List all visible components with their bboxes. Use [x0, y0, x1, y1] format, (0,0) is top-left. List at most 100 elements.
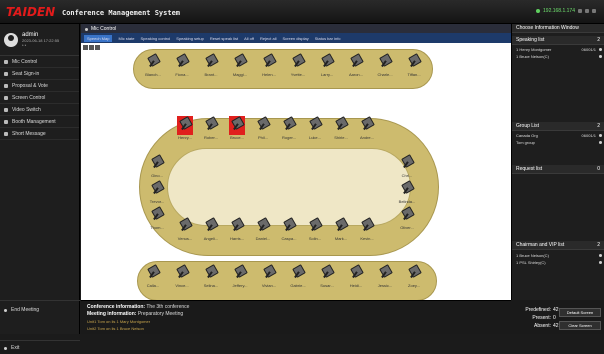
- seat[interactable]: Angeli...: [203, 217, 219, 241]
- seat[interactable]: Blanch...: [145, 53, 161, 77]
- nav-item-mic-control[interactable]: Mic Control: [0, 56, 79, 68]
- chairman-list-title: Chairman and VIP list: [516, 242, 565, 248]
- seat[interactable]: Larry...: [319, 53, 335, 77]
- toolbar-button-speech-map[interactable]: Speech Map: [84, 34, 113, 42]
- exit-button[interactable]: Exit: [0, 340, 80, 354]
- microphone-icon: [322, 266, 332, 277]
- seat[interactable]: Solin...: [307, 217, 323, 241]
- seat[interactable]: Heidi...: [348, 264, 364, 288]
- seat[interactable]: Jeffery...: [232, 264, 248, 288]
- seat[interactable]: Luke...: [307, 116, 323, 140]
- nav-item-icon: [4, 59, 8, 64]
- default-screen-button[interactable]: Default Screen: [559, 308, 601, 317]
- nav-item-video-switch[interactable]: Video Switch: [0, 104, 79, 116]
- seat[interactable]: Yvette...: [290, 53, 306, 77]
- speaking-item-name: 1 Henry Montgomer: [516, 47, 552, 52]
- seat[interactable]: Calla...: [145, 264, 161, 288]
- microphone-icon: [148, 266, 158, 277]
- seat[interactable]: Shirle...: [333, 116, 349, 140]
- seat[interactable]: Selina...: [203, 264, 219, 288]
- app-title: Conference Management System: [62, 9, 181, 17]
- nav-item-label: Booth Management: [12, 118, 56, 125]
- maximize-icon[interactable]: [585, 9, 589, 13]
- speaking-item[interactable]: 1 Bruce Nelson(C): [516, 54, 602, 59]
- fit-icon[interactable]: [95, 45, 100, 50]
- seat[interactable]: Trevor...: [149, 180, 165, 204]
- zoom-out-icon[interactable]: [89, 45, 94, 50]
- seat[interactable]: Susar...: [319, 264, 335, 288]
- seat-name: Gabrie...: [290, 283, 306, 288]
- seat[interactable]: Jessic...: [377, 264, 393, 288]
- tab-label: Mic Control: [91, 25, 117, 32]
- seat[interactable]: Phil...: [255, 116, 271, 140]
- seat[interactable]: Henry...: [177, 116, 193, 140]
- request-list-header[interactable]: Request list 0: [512, 165, 604, 174]
- seat[interactable]: Vivian...: [261, 264, 277, 288]
- seat[interactable]: Bruce...: [229, 116, 245, 140]
- seat-name: Zoey...: [408, 283, 420, 288]
- seat[interactable]: Daniel...: [255, 217, 271, 241]
- seat[interactable]: Brant...: [203, 53, 219, 77]
- toolbar-button-speaking-control[interactable]: Speaking control: [140, 36, 170, 41]
- seat[interactable]: Rober...: [203, 116, 219, 140]
- chairman-item-name: 1 PSL Shirley(C): [516, 260, 546, 265]
- zoom-in-icon[interactable]: [83, 45, 88, 50]
- seat[interactable]: Charle...: [377, 53, 393, 77]
- nav-item-proposal-vote[interactable]: Proposal & Vote: [0, 80, 79, 92]
- seat[interactable]: Aaron...: [348, 53, 364, 77]
- chairman-item[interactable]: 1 Bruce Nelson(C): [516, 253, 602, 258]
- seat[interactable]: Vince...: [174, 264, 190, 288]
- seat[interactable]: Oliver...: [399, 206, 415, 230]
- seat[interactable]: Gino...: [149, 154, 165, 178]
- title-bar: TAIDEN Conference Management System 192.…: [0, 0, 604, 24]
- speaking-list-header[interactable]: Speaking list 2: [512, 36, 604, 45]
- choose-info-window[interactable]: Choose Information Window: [512, 24, 604, 33]
- toolbar-button-all-off[interactable]: All off: [244, 36, 254, 41]
- clear-screen-button[interactable]: Clear Screen: [559, 321, 601, 330]
- nav-item-booth-management[interactable]: Booth Management: [0, 116, 79, 128]
- toolbar-button-reject-all[interactable]: Reject all: [260, 36, 276, 41]
- toolbar-button-reset-speak-list[interactable]: Reset speak list: [210, 36, 238, 41]
- seat[interactable]: Zoey...: [406, 264, 422, 288]
- speaking-item[interactable]: 1 Henry Montgomer 06001/1: [516, 47, 602, 52]
- chairman-list-header[interactable]: Chairman and VIP list 2: [512, 241, 604, 250]
- toolbar-button-screen-display[interactable]: Screen display: [282, 36, 308, 41]
- toolbar-button-speaking-setup[interactable]: Speaking setup: [176, 36, 204, 41]
- seat[interactable]: Venus...: [177, 217, 193, 241]
- seat[interactable]: Andre...: [359, 116, 375, 140]
- minimize-icon[interactable]: [578, 9, 582, 13]
- seat[interactable]: Mark...: [333, 217, 349, 241]
- brand-logo: TAIDEN: [6, 5, 56, 19]
- toolbar-button-status-bar-info[interactable]: Status bar info: [315, 36, 341, 41]
- end-meeting-button[interactable]: End Meeting: [0, 300, 80, 318]
- toolbar-button-mic-state[interactable]: Mic state: [118, 36, 134, 41]
- seat-name: Bruce...: [230, 135, 244, 140]
- nav-item-screen-control[interactable]: Screen Control: [0, 92, 79, 104]
- group-list-header[interactable]: Group List 2: [512, 122, 604, 131]
- chairman-item-name: 1 Bruce Nelson(C): [516, 253, 549, 258]
- nav-item-short-message[interactable]: Short Message: [0, 128, 79, 140]
- seat[interactable]: Thom...: [149, 206, 165, 230]
- group-list-count: 2: [597, 123, 600, 129]
- nav-item-seat-sign-in[interactable]: Seat Sign-in: [0, 68, 79, 80]
- microphone-icon: [402, 156, 412, 167]
- seat[interactable]: Helen...: [261, 53, 277, 77]
- seat[interactable]: Tiffan...: [406, 53, 422, 77]
- groups-item[interactable]: Tom group: [516, 140, 602, 145]
- tab-mic-control[interactable]: Mic Control: [81, 24, 511, 33]
- microphone-icon: [206, 266, 216, 277]
- seat[interactable]: Chri...: [399, 154, 415, 178]
- seat[interactable]: Harris...: [229, 217, 245, 241]
- groups-item[interactable]: Canada Org 06001/1: [516, 133, 602, 138]
- close-icon[interactable]: [592, 9, 596, 13]
- seat[interactable]: Maggi...: [232, 53, 248, 77]
- chairman-item[interactable]: 1 PSL Shirley(C): [516, 260, 602, 265]
- microphone-icon: [322, 55, 332, 66]
- seat[interactable]: Roger...: [281, 116, 297, 140]
- seat[interactable]: Kevin...: [359, 217, 375, 241]
- microphone-icon: [284, 118, 294, 129]
- seat[interactable]: Gabrie...: [290, 264, 306, 288]
- seat[interactable]: Fiona...: [174, 53, 190, 77]
- seat[interactable]: Belinda...: [399, 180, 416, 204]
- seat[interactable]: Caspa...: [281, 217, 297, 241]
